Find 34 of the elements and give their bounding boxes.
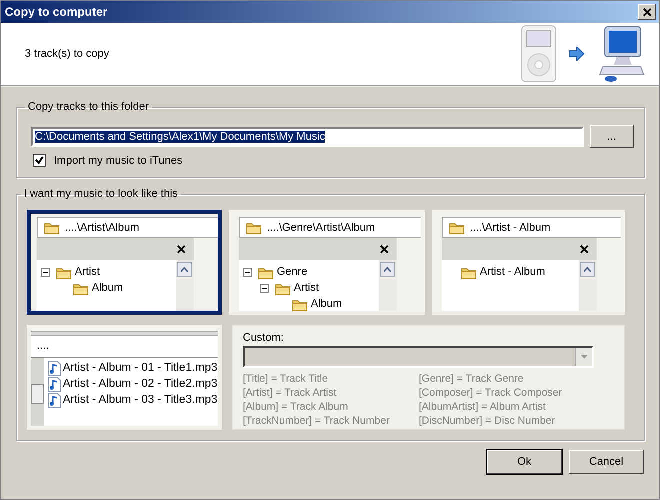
layout-option[interactable]: ....\Artist\Album Artist Album: [27, 210, 222, 315]
window-title: Copy to computer: [5, 5, 109, 19]
tree-item: Artist: [294, 282, 320, 294]
folder-path: ....\Genre\Artist\Album: [267, 222, 376, 234]
tag-description: [Artist] = Track Artist: [243, 386, 338, 400]
tree-item: Artist - Album: [480, 266, 546, 278]
tag-description: [Album] = Track Album: [243, 400, 350, 414]
tag-description: [Title] = Track Title: [243, 372, 330, 386]
custom-label: Custom:: [243, 332, 285, 344]
folder-path: ....\Artist - Album: [470, 222, 551, 234]
checkbox-label[interactable]: Import my music to iTunes: [54, 154, 183, 166]
layout-option[interactable]: ....\Genre\Artist\Album Genre Artist Album: [229, 210, 425, 315]
file-name: Artist - Album - 02 - Title2.mp3: [63, 378, 218, 390]
tree-item: Album: [311, 298, 342, 310]
layout-option[interactable]: ....\Artist - Album Artist - Album: [432, 210, 625, 315]
tree-item: Artist: [75, 266, 100, 278]
tag-description: [Genre] = Track Genre: [419, 372, 525, 386]
group-title: Copy tracks to this folder: [27, 101, 150, 113]
file-name: Artist - Album - 01 - Title1.mp3: [63, 362, 218, 374]
folder-path: ....: [37, 340, 50, 352]
tag-description: [AlbumArtist] = Album Artist: [419, 400, 547, 414]
group-title: I want my music to look like this: [23, 188, 180, 200]
tree-item: Album: [92, 282, 124, 294]
tree-item: Genre: [277, 266, 308, 278]
folder-path: ....\Artist\Album: [65, 222, 140, 234]
file-name: Artist - Album - 03 - Title3.mp3: [63, 394, 218, 406]
browse-button[interactable]: ...: [590, 125, 634, 148]
dialog-button[interactable]: Ok: [487, 450, 562, 474]
dialog-button[interactable]: Cancel: [569, 450, 644, 474]
folder-path-field[interactable]: C:\Documents and Settings\Alex1\My Documents\My Music: [31, 126, 584, 146]
tag-description: [TrackNumber] = Track Number: [243, 414, 391, 428]
tag-description: [Composer] = Track Composer: [419, 386, 564, 400]
tag-description: [DiscNumber] = Disc Number: [419, 414, 556, 428]
track-count-message: 3 track(s) to copy: [25, 48, 110, 60]
